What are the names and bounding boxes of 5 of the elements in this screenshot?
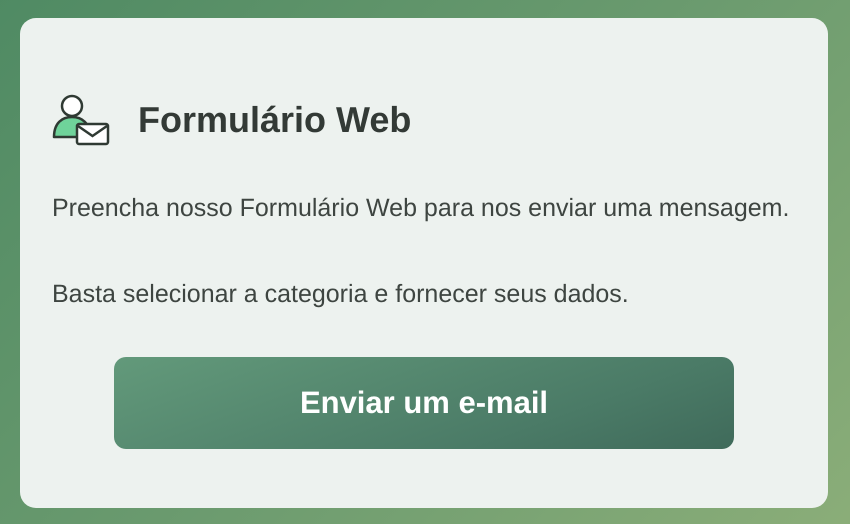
description-text: Preencha nosso Formulário Web para nos enviar uma mensagem.	[52, 193, 790, 224]
card-title: Formulário Web	[138, 98, 412, 142]
description-text: Basta selecionar a categoria e fornecer seus dados.	[52, 279, 630, 310]
user-mail-icon	[52, 93, 110, 147]
send-email-button[interactable]: Enviar um e-mail	[114, 357, 734, 449]
